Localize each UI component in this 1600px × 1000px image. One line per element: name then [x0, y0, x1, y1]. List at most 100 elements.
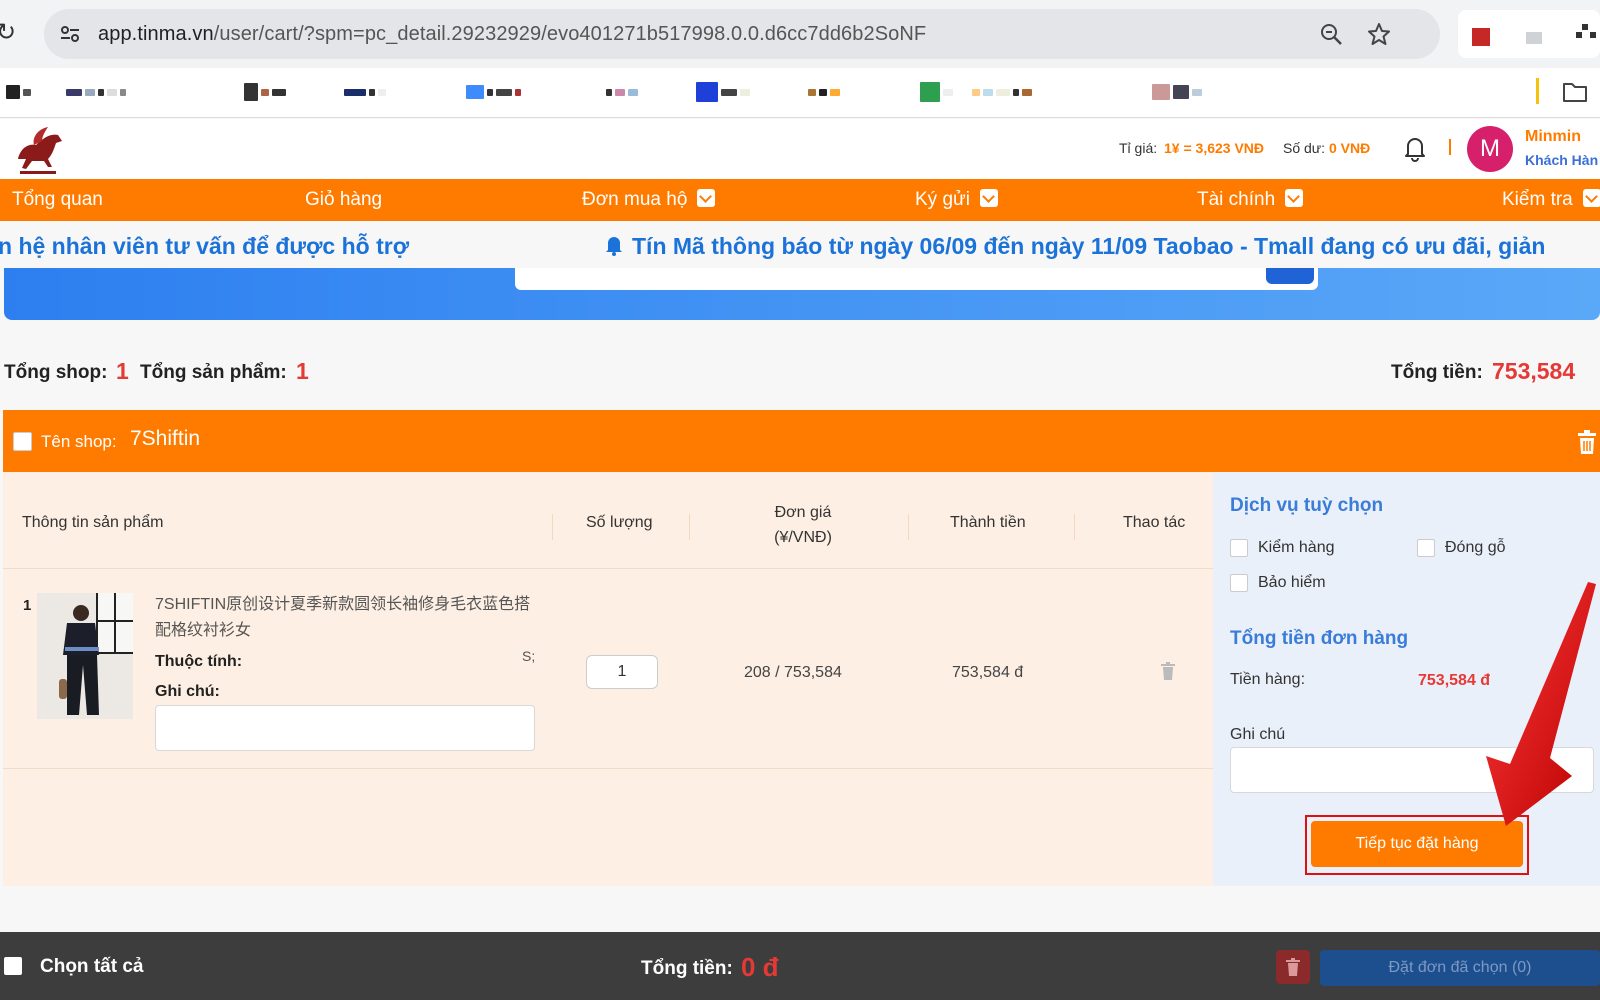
bookmark-item[interactable]: [972, 81, 1032, 103]
attribute-value: S;: [522, 648, 536, 664]
annotation-arrow-icon: [1480, 580, 1600, 830]
nav-label: Tổng quan: [12, 189, 103, 210]
bottom-total-value: 0 đ: [741, 952, 779, 982]
item-note-input[interactable]: [155, 705, 535, 751]
header-divider: [1449, 139, 1451, 155]
price-header-line2: (¥/VNĐ): [774, 529, 832, 546]
col-header-qty: Số lượng: [586, 514, 653, 531]
quantity-input[interactable]: 1: [586, 655, 658, 689]
trash-icon[interactable]: [1160, 662, 1176, 680]
bookmark-item[interactable]: [6, 81, 31, 103]
col-header-product: Thông tin sản phẩm: [22, 514, 164, 531]
chevron-down-icon: [979, 189, 998, 207]
notification-bell-icon[interactable]: [1402, 134, 1428, 162]
url-path: /user/cart/?spm=pc_detail.29232929/evo40…: [213, 23, 927, 45]
bookmark-item[interactable]: [696, 81, 750, 103]
option-label-insurance: Bảo hiểm: [1258, 574, 1326, 591]
col-divider: [908, 514, 909, 540]
chevron-down-icon: [697, 189, 716, 207]
line-amount: 753,584 đ: [952, 664, 1024, 681]
nav-item-consignment[interactable]: Ký gửi: [915, 179, 998, 221]
bookmark-star-icon[interactable]: [1366, 21, 1392, 47]
bell-icon: [606, 237, 622, 256]
extension-icon[interactable]: [1472, 28, 1490, 46]
chevron-down-icon: [1285, 189, 1304, 207]
reload-icon[interactable]: ↻: [0, 20, 18, 46]
bookmark-item[interactable]: [344, 81, 386, 103]
shop-header: Tên shop: 7Shiftin: [3, 410, 1600, 472]
bookmark-item[interactable]: [466, 81, 521, 103]
address-bar[interactable]: app.tinma.vn/user/cart/?spm=pc_detail.29…: [44, 9, 1440, 59]
bookmark-item[interactable]: [244, 81, 286, 103]
chevron-down-icon: [1582, 189, 1600, 207]
select-all-label[interactable]: Chọn tất cả: [40, 956, 143, 978]
nav-label: Giỏ hàng: [305, 189, 383, 210]
app-header: Tỉ giá: 1¥ = 3,623 VNĐ Số dư: 0 VNĐ M Mi…: [0, 119, 1600, 179]
announcement-marquee: n hệ nhân viên tư vấn để được hỗ trợ Tín…: [0, 221, 1600, 271]
nav-label: Tài chính: [1197, 189, 1276, 210]
search-button[interactable]: [1266, 268, 1314, 284]
order-total-title: Tổng tiền đơn hàng: [1230, 628, 1409, 649]
col-header-price: Đơn giá (¥/VNĐ): [738, 500, 868, 550]
bottom-total-label: Tổng tiền:: [641, 958, 733, 979]
option-checkbox-insurance[interactable]: [1230, 574, 1248, 592]
shop-checkbox[interactable]: [13, 432, 32, 451]
header-divider: [3, 568, 1213, 569]
main-nav: Tổng quan Giỏ hàng Đơn mua hộ Ký gửi Tài…: [0, 179, 1600, 221]
nav-item-inspection[interactable]: Kiểm tra: [1502, 179, 1600, 221]
bookmarks-bar: [0, 68, 1600, 118]
nav-label: Đơn mua hộ: [582, 189, 688, 210]
checkout-bar: Chọn tất cả Tổng tiền: 0 đ Đặt đơn đã ch…: [0, 932, 1600, 1000]
product-name[interactable]: 7SHIFTIN原创设计夏季新款圆领长袖修身毛衣蓝色搭配格纹衬衫女: [155, 592, 535, 644]
select-all-checkbox[interactable]: [4, 957, 22, 975]
nav-item-purchase-orders[interactable]: Đơn mua hộ: [582, 179, 716, 221]
bookmark-item[interactable]: [66, 81, 126, 103]
total-product-count: 1: [296, 358, 309, 384]
extension-icon[interactable]: [1576, 24, 1598, 46]
shop-label: Tên shop:: [41, 432, 117, 451]
goods-label: Tiền hàng:: [1230, 671, 1306, 688]
marquee-text-left: n hệ nhân viên tư vấn để được hỗ trợ: [0, 233, 410, 259]
zoom-icon[interactable]: [1318, 21, 1344, 47]
trash-icon[interactable]: [1576, 430, 1598, 454]
delete-selected-button[interactable]: [1276, 950, 1310, 984]
place-selected-orders-button[interactable]: Đặt đơn đã chọn (0): [1320, 950, 1600, 986]
nav-item-finance[interactable]: Tài chính: [1197, 179, 1304, 221]
bookmark-item[interactable]: [606, 81, 638, 103]
folder-icon[interactable]: [1562, 80, 1590, 106]
exchange-rate-value: 1¥ = 3,623 VNĐ: [1164, 140, 1265, 156]
bookmarks-separator: [1536, 78, 1539, 104]
tinma-logo[interactable]: [8, 121, 68, 177]
balance-value: 0 VNĐ: [1329, 140, 1371, 156]
option-checkbox-inspection[interactable]: [1230, 539, 1248, 557]
extensions-area: [1458, 10, 1600, 58]
option-checkbox-wood-packing[interactable]: [1417, 539, 1435, 557]
services-title: Dịch vụ tuỳ chọn: [1230, 495, 1384, 516]
extension-icon[interactable]: [1526, 32, 1542, 44]
site-info-icon[interactable]: [58, 22, 82, 46]
user-name[interactable]: Minmin: [1525, 128, 1581, 146]
row-divider: [3, 768, 1213, 769]
search-input[interactable]: [515, 268, 1318, 290]
col-divider: [552, 514, 553, 540]
nav-item-overview[interactable]: Tổng quan: [12, 179, 103, 221]
balance-label: Số dư:: [1283, 140, 1326, 156]
nav-label: Ký gửi: [915, 189, 970, 210]
nav-item-cart[interactable]: Giỏ hàng: [305, 179, 382, 221]
total-shop-count: 1: [116, 358, 129, 384]
marquee-message: Tín Mã thông báo từ ngày 06/09 đến ngày …: [632, 233, 1546, 259]
col-header-action: Thao tác: [1123, 514, 1186, 531]
attribute-label: Thuộc tính:: [155, 653, 243, 670]
url-host: app.tinma.vn: [98, 23, 214, 45]
avatar[interactable]: M: [1467, 126, 1513, 172]
product-image[interactable]: [37, 593, 133, 719]
shop-name[interactable]: 7Shiftin: [130, 427, 200, 451]
bookmark-item[interactable]: [920, 81, 953, 103]
total-product-label: Tổng sản phẩm:: [140, 362, 287, 383]
order-note-label: Ghi chú: [1230, 726, 1286, 743]
url-text[interactable]: app.tinma.vn/user/cart/?spm=pc_detail.29…: [98, 23, 926, 46]
total-shop-label: Tổng shop:: [4, 362, 108, 383]
cart-table: Thông tin sản phẩm Số lượng Đơn giá (¥/VN…: [3, 472, 1213, 886]
bookmark-item[interactable]: [1152, 81, 1202, 103]
bookmark-item[interactable]: [808, 81, 840, 103]
